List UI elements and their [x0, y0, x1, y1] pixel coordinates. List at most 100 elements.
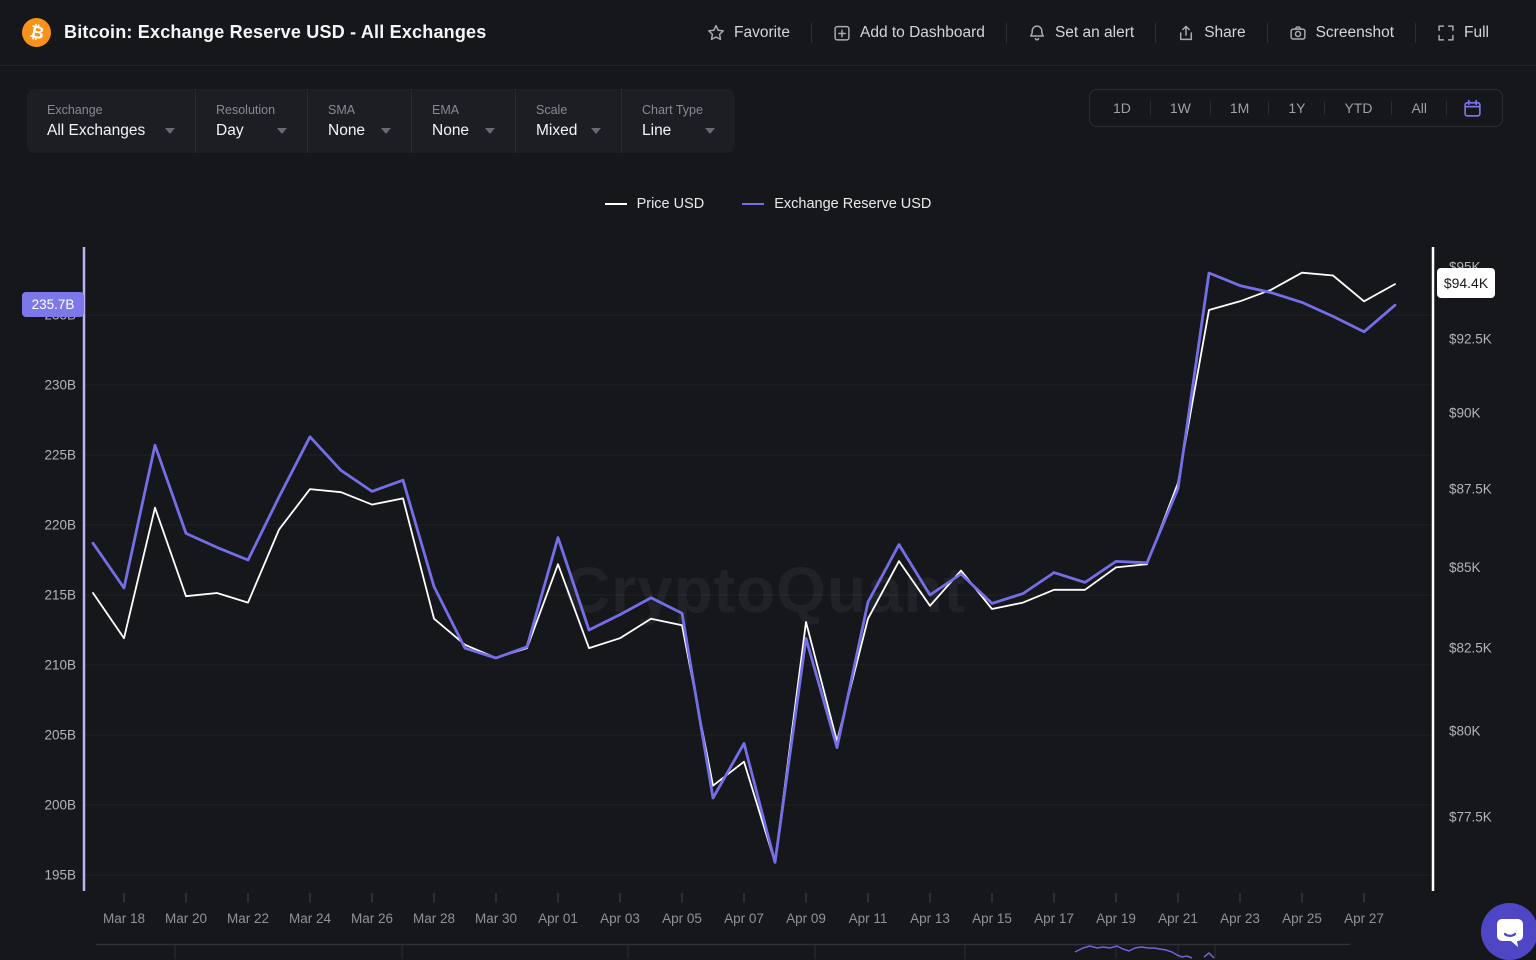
top-bar: ₿ Bitcoin: Exchange Reserve USD - All Ex… [0, 0, 1536, 66]
screenshot-label: Screenshot [1316, 24, 1394, 42]
toolbar: Favorite Add to Dashboard Set an alert S… [686, 23, 1510, 43]
filter-resolution-value: Day [216, 122, 244, 140]
bitcoin-icon: ₿ [22, 18, 51, 47]
calendar-button[interactable] [1447, 98, 1498, 119]
filter-exchange[interactable]: Exchange All Exchanges [27, 89, 195, 153]
calendar-icon [1462, 98, 1483, 119]
filter-ema[interactable]: EMA None [411, 89, 515, 153]
x-axis-label: Mar 20 [165, 911, 207, 926]
chevron-down-icon [705, 128, 715, 134]
price-legend-label: Price USD [637, 196, 705, 212]
navigator-sparkline [1075, 946, 1192, 958]
filter-ema-value: None [432, 122, 469, 140]
x-axis-label: Mar 24 [289, 911, 332, 926]
y-axis-right-label: $77.5K [1449, 809, 1492, 824]
x-axis-label: Apr 13 [910, 911, 950, 926]
filter-scale-label: Scale [536, 103, 601, 117]
filter-resolution[interactable]: Resolution Day [195, 89, 307, 153]
page-title: Bitcoin: Exchange Reserve USD - All Exch… [64, 22, 486, 43]
filter-sma-value: None [328, 122, 365, 140]
watermark-text: CryptoQuant [564, 554, 966, 626]
x-axis-label: Apr 11 [849, 911, 888, 926]
add-to-dashboard-label: Add to Dashboard [860, 24, 985, 42]
x-axis-label: Mar 22 [227, 911, 269, 926]
x-axis-label: Apr 01 [538, 911, 578, 926]
y-axis-left-label: 205B [44, 728, 76, 743]
y-axis-right-label: $90K [1449, 406, 1481, 421]
x-axis-label: Apr 23 [1220, 911, 1260, 926]
reserve-legend-dash [742, 203, 764, 205]
x-axis-label: Apr 05 [662, 911, 702, 926]
chevron-down-icon [165, 128, 175, 134]
filter-scale[interactable]: Scale Mixed [515, 89, 621, 153]
range-1d[interactable]: 1D [1094, 90, 1150, 126]
range-1w[interactable]: 1W [1151, 90, 1210, 126]
controls-row: Exchange All Exchanges Resolution Day SM… [0, 66, 1536, 153]
y-axis-left-label: 200B [44, 798, 76, 813]
filter-exchange-value: All Exchanges [47, 122, 145, 140]
chevron-down-icon [381, 128, 391, 134]
reserve-value-badge: 235.7B [22, 292, 84, 317]
chat-icon [1494, 915, 1526, 949]
filter-exchange-label: Exchange [47, 103, 175, 117]
y-axis-right-label: $85K [1449, 560, 1481, 575]
chevron-down-icon [277, 128, 287, 134]
filter-ema-label: EMA [432, 103, 495, 117]
y-axis-right-label: $82.5K [1449, 641, 1492, 656]
filter-sma-label: SMA [328, 103, 391, 117]
share-button[interactable]: Share [1156, 24, 1266, 42]
x-axis-label: Mar 18 [103, 911, 145, 926]
x-axis-label: Mar 30 [475, 911, 517, 926]
camera-icon [1289, 24, 1307, 42]
y-axis-left-label: 225B [44, 448, 76, 463]
filter-chart-type[interactable]: Chart Type Line [621, 89, 735, 153]
x-axis-label: Apr 07 [724, 911, 764, 926]
x-axis-label: Apr 17 [1034, 911, 1074, 926]
x-axis-label: Apr 19 [1096, 911, 1136, 926]
y-axis-left-label: 215B [44, 588, 76, 603]
star-icon [707, 24, 725, 42]
x-axis-label: Apr 03 [600, 911, 640, 926]
range-selector: 1D 1W 1M 1Y YTD All [1089, 89, 1503, 127]
chart-title-group: ₿ Bitcoin: Exchange Reserve USD - All Ex… [22, 18, 486, 47]
y-axis-right-label: $87.5K [1449, 482, 1492, 497]
legend-item-reserve[interactable]: Exchange Reserve USD [742, 196, 931, 212]
y-axis-right-label: $80K [1449, 724, 1481, 739]
set-alert-button[interactable]: Set an alert [1007, 24, 1155, 42]
fullscreen-label: Full [1464, 24, 1489, 42]
filter-resolution-label: Resolution [216, 103, 287, 117]
x-axis-label: Mar 26 [351, 911, 393, 926]
filter-chart-type-label: Chart Type [642, 103, 715, 117]
screenshot-button[interactable]: Screenshot [1268, 24, 1415, 42]
y-axis-left-label: 195B [44, 868, 76, 883]
price-value-badge: $94.4K [1437, 268, 1495, 298]
x-axis-label: Apr 21 [1158, 911, 1198, 926]
filter-sma[interactable]: SMA None [307, 89, 411, 153]
legend-item-price[interactable]: Price USD [605, 196, 705, 212]
y-axis-left-label: 230B [44, 378, 76, 393]
y-axis-left-label: 210B [44, 658, 76, 673]
x-axis-label: Mar 28 [413, 911, 455, 926]
filter-chart-type-value: Line [642, 122, 671, 140]
range-all[interactable]: All [1392, 90, 1446, 126]
bell-icon [1028, 24, 1046, 42]
reserve-legend-label: Exchange Reserve USD [774, 196, 931, 212]
chat-bubble-button[interactable] [1481, 903, 1536, 960]
chevron-down-icon [485, 128, 495, 134]
chevron-down-icon [591, 128, 601, 134]
range-ytd[interactable]: YTD [1325, 90, 1391, 126]
add-to-dashboard-icon [833, 24, 851, 42]
range-1m[interactable]: 1M [1211, 90, 1268, 126]
x-axis-label: Apr 09 [786, 911, 826, 926]
x-axis-label: Apr 27 [1344, 911, 1384, 926]
filter-scale-value: Mixed [536, 122, 577, 140]
filter-bar: Exchange All Exchanges Resolution Day SM… [27, 89, 735, 153]
add-to-dashboard-button[interactable]: Add to Dashboard [812, 24, 1006, 42]
range-1y[interactable]: 1Y [1269, 90, 1324, 126]
share-icon [1177, 24, 1195, 42]
favorite-button[interactable]: Favorite [686, 24, 811, 42]
price-line [93, 273, 1395, 863]
fullscreen-button[interactable]: Full [1416, 24, 1510, 42]
price-legend-dash [605, 203, 627, 205]
fullscreen-icon [1437, 24, 1455, 42]
